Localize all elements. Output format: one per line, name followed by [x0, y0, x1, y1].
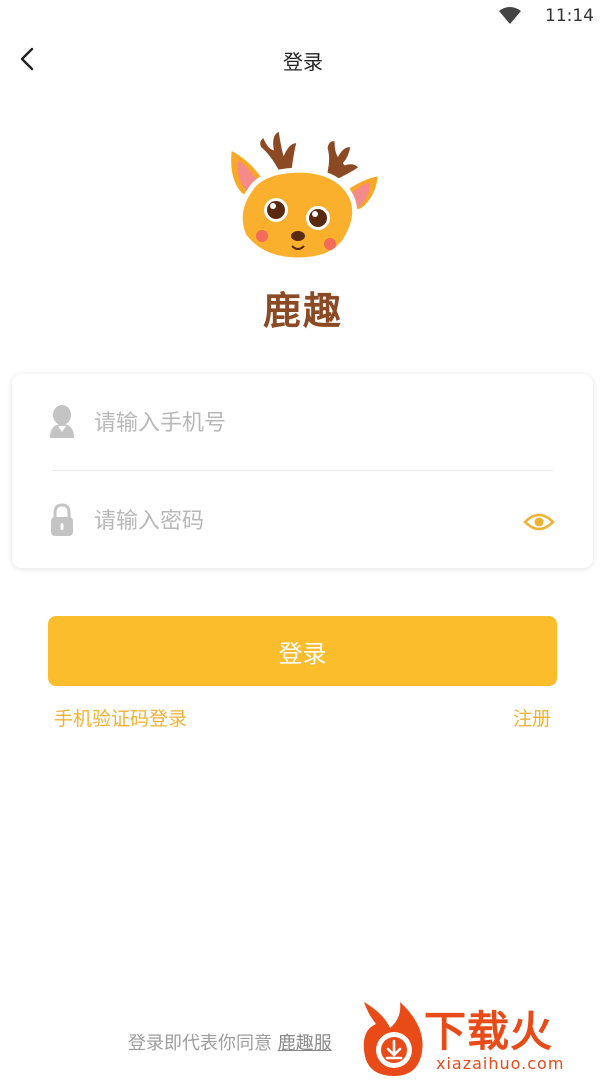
sms-login-link[interactable]: 手机验证码登录 [54, 704, 187, 731]
nav-bar: 登录 [0, 34, 606, 84]
user-icon [50, 405, 74, 438]
register-link[interactable]: 注册 [513, 704, 551, 731]
wifi-icon [499, 7, 521, 24]
watermark: 下载火 xiazaihuo.com [356, 996, 606, 1080]
brand-name: 鹿趣 [262, 288, 343, 333]
page-title: 登录 [283, 50, 323, 74]
status-time: 11:14 [545, 6, 594, 26]
agreement-text: 登录即代表你同意 鹿趣服 [128, 1029, 332, 1055]
login-button[interactable]: 登录 [48, 616, 557, 686]
password-input[interactable] [92, 500, 496, 542]
flame-logo-icon [363, 1002, 423, 1076]
eye-icon[interactable] [523, 512, 555, 532]
service-agreement-link[interactable]: 鹿趣服 [278, 1033, 332, 1054]
status-bar: 11:14 [0, 0, 606, 34]
phone-row [12, 374, 593, 471]
watermark-domain: xiazaihuo.com [436, 1054, 565, 1073]
phone-input[interactable] [92, 402, 496, 444]
password-row [12, 472, 593, 568]
field-divider [52, 470, 553, 471]
agreement-prefix: 登录即代表你同意 [128, 1033, 272, 1054]
login-form-card [12, 374, 593, 568]
deer-logo-icon [227, 128, 383, 263]
watermark-text: 下载火 [424, 1007, 554, 1056]
lock-icon [51, 503, 73, 536]
